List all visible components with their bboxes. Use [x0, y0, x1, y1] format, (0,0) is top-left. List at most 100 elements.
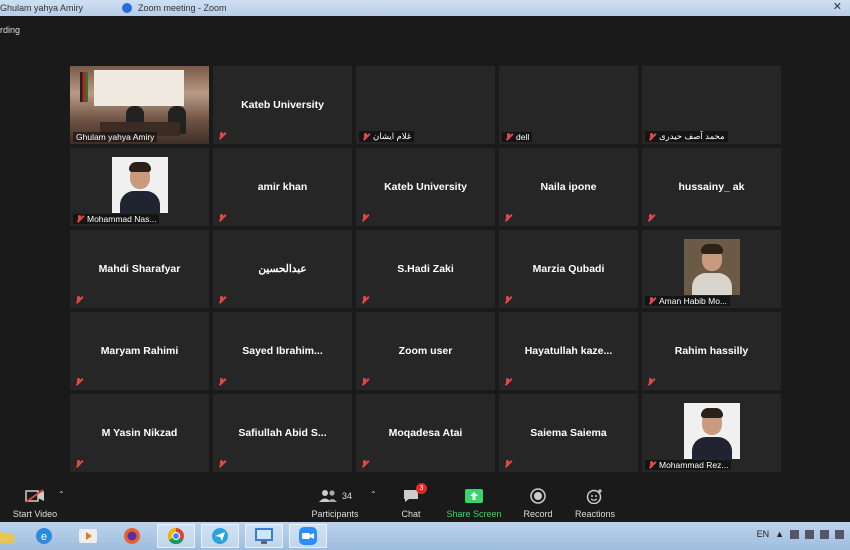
- mic-muted-icon: [504, 296, 512, 304]
- mic-muted-icon: [361, 296, 369, 304]
- tray-volume-icon[interactable]: [835, 529, 844, 539]
- participant-name: Maryam Rahimi: [100, 345, 179, 357]
- participant-footer-name: Mohammad Rez...: [659, 460, 729, 470]
- participant-name: Kateb University: [241, 99, 324, 111]
- participant-name: Hayatullah kaze...: [524, 345, 613, 357]
- chat-label: Chat: [401, 509, 421, 519]
- chrome-icon[interactable]: [157, 524, 195, 548]
- participant-footer: محمد آصف حیدری: [645, 131, 728, 142]
- chat-badge: 3: [416, 483, 427, 494]
- participant-tile[interactable]: S.Hadi Zaki: [356, 230, 495, 308]
- participant-name: M Yasin Nikzad: [101, 427, 178, 439]
- participant-tile[interactable]: Zoom user: [356, 312, 495, 390]
- reactions-label: Reactions: [574, 509, 616, 519]
- participant-tile[interactable]: محمد آصف حیدری: [642, 66, 781, 144]
- media-player-icon[interactable]: [69, 524, 107, 548]
- participant-tile[interactable]: Aman Habib Mo...: [642, 230, 781, 308]
- tray-network-icon[interactable]: [805, 529, 814, 539]
- mic-muted-icon: [218, 214, 226, 222]
- participants-label: Participants: [311, 509, 359, 519]
- participant-tile[interactable]: amir khan: [213, 148, 352, 226]
- tray-flag-icon[interactable]: [790, 529, 799, 539]
- mic-muted-icon: [648, 132, 656, 141]
- video-options-caret-icon[interactable]: ⌃: [58, 490, 65, 499]
- participant-tile[interactable]: Marzia Qubadi: [499, 230, 638, 308]
- participant-footer-name: dell: [516, 132, 530, 142]
- participant-footer-name: Mohammad Nas...: [87, 214, 157, 224]
- participant-footer-name: Ghulam yahya Amiry: [76, 132, 155, 142]
- participant-photo: [684, 239, 740, 295]
- share-screen-button[interactable]: Share Screen: [439, 486, 509, 519]
- mic-muted-icon: [361, 378, 369, 386]
- remote-desktop-icon[interactable]: [245, 524, 283, 548]
- participant-tile[interactable]: dell: [499, 66, 638, 144]
- gallery-grid: Ghulam yahya Amiry Kateb University غلام ا…: [70, 66, 781, 472]
- mic-muted-icon: [647, 214, 655, 222]
- participant-name: Zoom user: [398, 345, 453, 357]
- participant-tile[interactable]: Mohammad Nas...: [70, 148, 209, 226]
- participant-tile[interactable]: Sayed Ibrahim...: [213, 312, 352, 390]
- zoom-app-icon[interactable]: [289, 524, 327, 548]
- participant-footer: Aman Habib Mo...: [645, 296, 731, 306]
- participant-name: عبدالحسین: [258, 263, 307, 275]
- mic-muted-icon: [218, 296, 226, 304]
- tab-right-label[interactable]: Zoom meeting - Zoom: [138, 2, 227, 14]
- participant-tile[interactable]: M Yasin Nikzad: [70, 394, 209, 472]
- participant-tile[interactable]: Safiullah Abid S...: [213, 394, 352, 472]
- participant-footer: Mohammad Nas...: [73, 214, 160, 224]
- participant-tile[interactable]: Naila ipone: [499, 148, 638, 226]
- participant-footer: Ghulam yahya Amiry: [73, 132, 158, 142]
- participant-footer-name: غلام ایشان: [373, 131, 412, 141]
- chat-button[interactable]: 3 Chat: [376, 483, 446, 519]
- participant-tile[interactable]: Kateb University: [213, 66, 352, 144]
- participants-icon: [318, 490, 337, 502]
- mic-muted-icon: [647, 378, 655, 386]
- participants-count: 34: [341, 491, 352, 501]
- participants-button[interactable]: 34 Participants: [300, 486, 370, 519]
- close-window-icon[interactable]: ✕: [833, 0, 842, 13]
- meeting-toolbar: Start Video ⌃ 34 Participants ⌃ 3 Chat S…: [0, 480, 850, 522]
- firefox-icon[interactable]: [113, 524, 151, 548]
- mic-muted-icon: [361, 460, 369, 468]
- participant-tile[interactable]: Maryam Rahimi: [70, 312, 209, 390]
- mic-muted-icon: [218, 132, 226, 140]
- mic-muted-icon: [504, 378, 512, 386]
- participant-name: Sayed Ibrahim...: [242, 345, 323, 357]
- participant-name: Marzia Qubadi: [532, 263, 605, 275]
- participant-photo: [684, 403, 740, 459]
- folder-icon[interactable]: [0, 524, 24, 548]
- share-screen-label: Share Screen: [446, 509, 502, 519]
- participant-tile[interactable]: Hayatullah kaze...: [499, 312, 638, 390]
- participant-name: Mahdi Sharafyar: [98, 263, 181, 275]
- participant-name: Moqadesa Atai: [388, 427, 463, 439]
- mic-muted-icon: [361, 214, 369, 222]
- mic-muted-icon: [76, 215, 84, 223]
- reactions-button[interactable]: Reactions: [560, 486, 630, 519]
- record-icon: [530, 488, 546, 504]
- start-video-label: Start Video: [12, 509, 58, 519]
- video-off-icon: [25, 489, 44, 503]
- browser-tab-strip: Ghulam yahya Amiry Zoom meeting - Zoom ✕: [0, 0, 850, 16]
- mic-muted-icon: [218, 378, 226, 386]
- participant-tile[interactable]: Moqadesa Atai: [356, 394, 495, 472]
- telegram-icon[interactable]: [201, 524, 239, 548]
- tab-favicon-icon: [122, 3, 132, 13]
- participant-tile[interactable]: Mohammad Rez...: [642, 394, 781, 472]
- participant-tile[interactable]: Kateb University: [356, 148, 495, 226]
- participant-tile[interactable]: Saiema Saiema: [499, 394, 638, 472]
- mic-muted-icon: [75, 296, 83, 304]
- participant-name: S.Hadi Zaki: [397, 263, 454, 275]
- tray-signal-icon[interactable]: [820, 529, 829, 539]
- language-indicator[interactable]: EN: [757, 529, 770, 539]
- tab-left-label[interactable]: Ghulam yahya Amiry: [0, 2, 83, 14]
- participant-tile[interactable]: Ghulam yahya Amiry: [70, 66, 209, 144]
- participant-tile[interactable]: عبدالحسین: [213, 230, 352, 308]
- internet-explorer-icon[interactable]: e: [25, 524, 63, 548]
- participant-tile[interactable]: Mahdi Sharafyar: [70, 230, 209, 308]
- participant-tile[interactable]: غلام ایشان: [356, 66, 495, 144]
- participant-name: Naila ipone: [540, 181, 597, 193]
- participant-tile[interactable]: hussainy_ ak: [642, 148, 781, 226]
- participant-tile[interactable]: Rahim hassilly: [642, 312, 781, 390]
- participant-name: Safiullah Abid S...: [238, 427, 327, 439]
- tray-chevron-icon[interactable]: ▲: [775, 529, 784, 539]
